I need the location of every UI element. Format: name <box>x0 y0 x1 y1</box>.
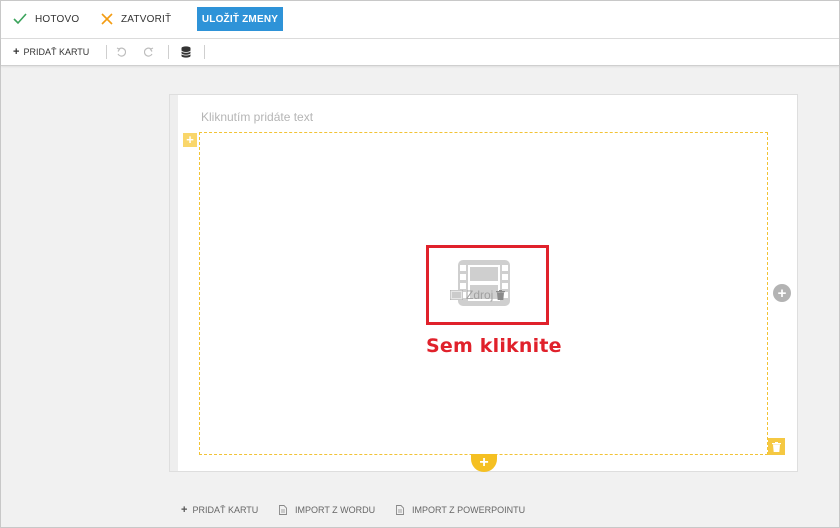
editor-toolbar: + PRIDAŤ KARTU <box>1 39 839 66</box>
card-side-rail <box>170 95 178 471</box>
delete-block-button[interactable] <box>768 438 785 455</box>
document-icon <box>396 505 404 515</box>
database-icon <box>181 46 191 58</box>
add-card-button[interactable]: + PRIDAŤ KARTU <box>13 39 89 65</box>
add-block-above-button[interactable]: + <box>183 133 197 147</box>
plus-icon: + <box>181 504 188 516</box>
import-word-button[interactable]: IMPORT Z WORDU <box>279 502 375 518</box>
footer-add-card-button[interactable]: + PRIDAŤ KARTU <box>181 502 258 518</box>
save-changes-button[interactable]: ULOŽIŤ ZMENY <box>197 7 283 31</box>
close-label: ZATVORIŤ <box>121 13 172 25</box>
import-powerpoint-label: IMPORT Z POWERPOINTU <box>412 505 526 515</box>
media-source-row: Zdroj <box>450 288 506 302</box>
done-button[interactable]: HOTOVO <box>13 1 79 37</box>
add-card-label: PRIDAŤ KARTU <box>23 47 90 57</box>
add-column-button[interactable]: + <box>773 284 791 302</box>
list-icon[interactable] <box>450 290 463 300</box>
document-icon <box>279 505 287 515</box>
toolbar-divider <box>106 45 107 59</box>
trash-icon[interactable] <box>496 290 506 300</box>
done-label: HOTOVO <box>35 13 80 25</box>
check-icon <box>13 13 27 25</box>
editor-card: Kliknutím pridáte text + Zdroj Sem klikn… <box>169 94 798 472</box>
import-word-label: IMPORT Z WORDU <box>295 505 376 515</box>
plus-icon: + <box>13 46 20 58</box>
trash-icon <box>772 441 781 452</box>
add-block-below-button[interactable]: + <box>471 454 497 472</box>
undo-button[interactable] <box>114 45 128 59</box>
click-here-annotation: Sem kliknite <box>426 335 562 357</box>
footer-add-card-label: PRIDAŤ KARTU <box>192 505 259 515</box>
close-icon <box>101 13 113 25</box>
text-placeholder[interactable]: Kliknutím pridáte text <box>201 110 313 124</box>
redo-icon <box>144 47 154 57</box>
media-source-button[interactable]: Zdroj <box>466 288 493 302</box>
import-powerpoint-button[interactable]: IMPORT Z POWERPOINTU <box>396 502 525 518</box>
toolbar-divider <box>204 45 205 59</box>
undo-icon <box>116 47 126 57</box>
close-button[interactable]: ZATVORIŤ <box>101 1 171 37</box>
redo-button[interactable] <box>142 45 156 59</box>
top-action-bar: HOTOVO ZATVORIŤ ULOŽIŤ ZMENY <box>1 1 839 39</box>
toolbar-divider <box>168 45 169 59</box>
database-button[interactable] <box>179 45 193 59</box>
